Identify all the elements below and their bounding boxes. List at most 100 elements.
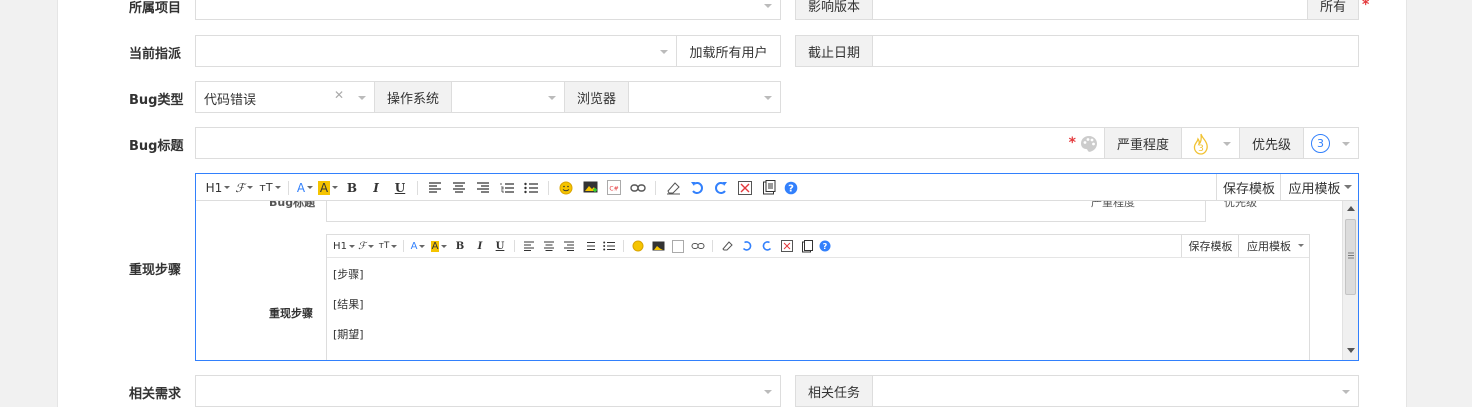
chevron-down-icon xyxy=(1342,142,1350,146)
scroll-thumb[interactable] xyxy=(1345,219,1356,295)
os-select[interactable] xyxy=(451,81,565,113)
nested-save-template: 保存模板 xyxy=(1181,235,1239,257)
load-all-users-button[interactable]: 加载所有用户 xyxy=(676,35,781,67)
font-color-button[interactable]: A xyxy=(294,181,316,195)
chevron-down-icon xyxy=(1344,185,1352,189)
bug-title-input[interactable]: * xyxy=(195,127,1105,159)
repro-steps-editor[interactable]: H1 ℱ ᴛT A A B I U C# ? 保存模板 应用模板 Bug标题 严… xyxy=(195,173,1359,361)
align-left-icon[interactable] xyxy=(423,181,447,194)
svg-text:C#: C# xyxy=(609,186,618,193)
scroll-up-icon[interactable] xyxy=(1347,206,1355,211)
bug-title-label: Bug标题 xyxy=(129,139,184,154)
link-icon[interactable] xyxy=(626,183,650,193)
nested-ordered-list-icon xyxy=(579,241,599,251)
svg-text:?: ? xyxy=(823,242,828,251)
chevron-down-icon xyxy=(660,50,668,54)
chevron-down-icon xyxy=(764,96,772,100)
font-size-button[interactable]: ᴛT xyxy=(257,181,283,194)
nested-line-expected: [期望] xyxy=(333,328,364,341)
chevron-down-icon xyxy=(548,96,556,100)
required-mark: * xyxy=(1362,0,1370,13)
chevron-down-icon xyxy=(1298,244,1304,247)
bug-type-label: Bug类型 xyxy=(129,93,184,108)
nested-editor: H1 ℱ ᴛT A A B I U ? 保存模板 应用模板 [步骤] [结果] … xyxy=(326,234,1310,360)
unordered-list-icon[interactable] xyxy=(519,182,543,194)
redo-icon[interactable] xyxy=(709,181,733,195)
severity-select[interactable]: 3 xyxy=(1181,127,1240,159)
related-story-select[interactable] xyxy=(195,375,781,407)
nested-bold-button: B xyxy=(455,240,465,252)
affected-version-select[interactable] xyxy=(872,0,1308,20)
fullscreen-icon[interactable] xyxy=(733,180,757,195)
os-label: 操作系统 xyxy=(374,81,452,113)
browser-select[interactable] xyxy=(628,81,781,113)
background-color-button[interactable]: A xyxy=(316,180,340,195)
emoji-icon[interactable] xyxy=(554,181,578,195)
browser-label: 浏览器 xyxy=(564,81,629,113)
nested-italic-button: I xyxy=(477,240,483,252)
align-center-icon[interactable] xyxy=(447,181,471,194)
eraser-icon[interactable] xyxy=(661,181,685,195)
chevron-down-icon xyxy=(764,390,772,394)
assigned-to-label: 当前指派 xyxy=(129,47,182,62)
deadline-input[interactable] xyxy=(872,35,1359,67)
affected-version-all[interactable]: 所有 xyxy=(1307,0,1359,20)
nested-unordered-list-icon xyxy=(599,241,619,251)
align-right-icon[interactable] xyxy=(471,181,495,194)
nested-priority-label: 优先级 xyxy=(1224,201,1257,209)
nested-fullscreen-icon xyxy=(777,240,797,252)
related-task-select[interactable] xyxy=(872,375,1359,407)
related-story-label: 相关需求 xyxy=(129,387,182,402)
nested-align-right-icon xyxy=(559,241,579,251)
assigned-to-select[interactable] xyxy=(195,35,677,67)
palette-icon[interactable] xyxy=(1080,135,1098,153)
nested-bug-title-label: Bug标题 xyxy=(269,201,316,209)
nested-line-result: [结果] xyxy=(333,298,364,311)
editor-content[interactable]: Bug标题 严重程度 优先级 重现步骤 H1 ℱ ᴛT A A B I U ? … xyxy=(196,201,1342,360)
paste-icon[interactable] xyxy=(757,180,781,195)
help-icon[interactable]: ? xyxy=(781,181,801,195)
italic-button[interactable]: I xyxy=(364,181,388,195)
affected-version-label: 影响版本 xyxy=(795,0,873,20)
priority-label: 优先级 xyxy=(1239,127,1304,159)
code-icon[interactable]: C# xyxy=(602,180,626,195)
nested-eraser-icon xyxy=(717,240,737,252)
apply-template-button[interactable]: 应用模板 xyxy=(1280,174,1358,200)
ordered-list-icon[interactable] xyxy=(495,182,519,194)
nested-align-center-icon xyxy=(539,241,559,251)
chevron-down-icon xyxy=(764,4,772,8)
deadline-label: 截止日期 xyxy=(795,35,873,67)
chevron-down-icon xyxy=(358,96,366,100)
bold-button[interactable]: B xyxy=(340,181,364,195)
nested-heading-button: H1 xyxy=(333,241,355,252)
priority-select[interactable]: 3 xyxy=(1303,127,1359,159)
nested-underline-button: U xyxy=(495,240,505,252)
nested-redo-icon xyxy=(757,240,777,252)
project-select[interactable] xyxy=(195,0,781,20)
bug-type-value: 代码错误 xyxy=(204,93,257,108)
bug-type-select[interactable]: 代码错误 ✕ xyxy=(195,81,375,113)
nested-bug-title-input xyxy=(326,201,1206,222)
heading-button[interactable]: H1 xyxy=(205,181,231,195)
font-family-button[interactable]: ℱ xyxy=(231,181,257,195)
nested-font-size-button: ᴛT xyxy=(377,241,399,251)
repro-steps-label: 重现步骤 xyxy=(129,263,182,278)
editor-toolbar: H1 ℱ ᴛT A A B I U C# ? 保存模板 应用模板 xyxy=(196,174,1358,201)
undo-icon[interactable] xyxy=(685,181,709,195)
severity-label: 严重程度 xyxy=(1104,127,1182,159)
project-label: 所属项目 xyxy=(129,1,182,16)
nested-apply-template: 应用模板 xyxy=(1238,235,1309,257)
flame-icon: 3 xyxy=(1193,133,1208,155)
nested-repro-label: 重现步骤 xyxy=(269,307,313,320)
scroll-down-icon[interactable] xyxy=(1347,348,1355,353)
underline-button[interactable]: U xyxy=(388,181,412,195)
nested-help-icon: ? xyxy=(817,240,833,252)
nested-toolbar: H1 ℱ ᴛT A A B I U ? 保存模板 应用模板 xyxy=(327,235,1309,258)
image-icon[interactable] xyxy=(578,181,602,194)
editor-scrollbar[interactable] xyxy=(1342,201,1358,360)
nested-paste-icon xyxy=(797,239,817,253)
clear-icon[interactable]: ✕ xyxy=(334,88,344,102)
nested-bg-color-button: A xyxy=(428,240,450,252)
nested-code-icon xyxy=(668,239,688,253)
save-template-button[interactable]: 保存模板 xyxy=(1216,174,1281,200)
